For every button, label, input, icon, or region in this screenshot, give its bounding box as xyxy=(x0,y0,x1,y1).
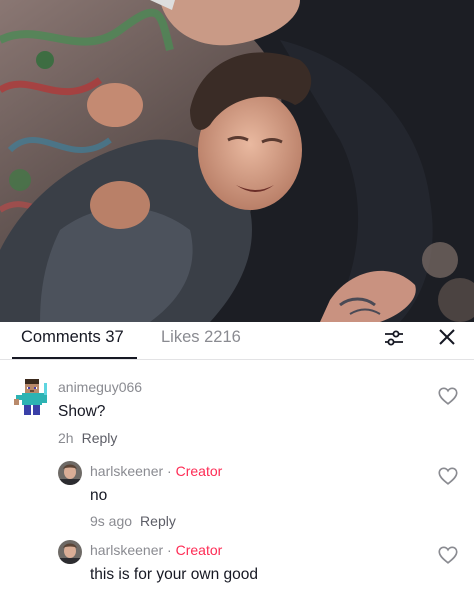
tab-comments[interactable]: Comments 37 xyxy=(21,328,124,347)
video-frame-image xyxy=(0,0,474,322)
reply-item: harlskeener · Creator this is for your o… xyxy=(0,537,474,592)
reply-text: this is for your own good xyxy=(90,566,259,583)
reply-username[interactable]: harlskeener xyxy=(90,542,163,558)
comment-username[interactable]: animeguy066 xyxy=(58,379,142,395)
reply-text: no xyxy=(90,487,108,504)
heart-outline-icon[interactable] xyxy=(437,544,459,566)
reply-username[interactable]: harlskeener xyxy=(90,463,163,479)
comments-tab-bar: Comments 37 Likes 2216 xyxy=(0,322,474,360)
heart-outline-icon[interactable] xyxy=(437,465,459,487)
avatar[interactable] xyxy=(14,379,50,415)
creator-badge: Creator xyxy=(175,542,223,558)
reply-item: harlskeener · Creator no 9s ago Reply xyxy=(0,458,474,534)
heart-outline-icon[interactable] xyxy=(437,385,459,407)
active-tab-indicator xyxy=(12,357,137,359)
comment-item: animeguy066 Show? 2h Reply xyxy=(0,372,474,452)
comment-timestamp: 2h xyxy=(58,430,74,446)
reply-username-line: harlskeener · Creator xyxy=(90,542,223,558)
sliders-icon[interactable] xyxy=(383,327,405,349)
reply-meta: 9s ago Reply xyxy=(90,513,176,529)
close-icon[interactable] xyxy=(436,326,458,348)
reply-button[interactable]: Reply xyxy=(82,430,118,446)
reply-button[interactable]: Reply xyxy=(140,513,176,529)
reply-timestamp: 9s ago xyxy=(90,513,133,529)
avatar[interactable] xyxy=(58,540,82,564)
tab-likes[interactable]: Likes 2216 xyxy=(161,328,241,347)
hug-scene-illustration xyxy=(0,0,474,322)
creator-avatar-image xyxy=(58,461,82,485)
avatar[interactable] xyxy=(58,461,82,485)
comments-panel: Comments 37 Likes 2216 animeguy066 Show?… xyxy=(0,322,474,592)
creator-badge: Creator xyxy=(175,463,223,479)
comment-meta: 2h Reply xyxy=(58,430,117,446)
creator-avatar-image xyxy=(58,540,82,564)
reply-username-line: harlskeener · Creator xyxy=(90,463,223,479)
comment-text: Show? xyxy=(58,403,106,420)
